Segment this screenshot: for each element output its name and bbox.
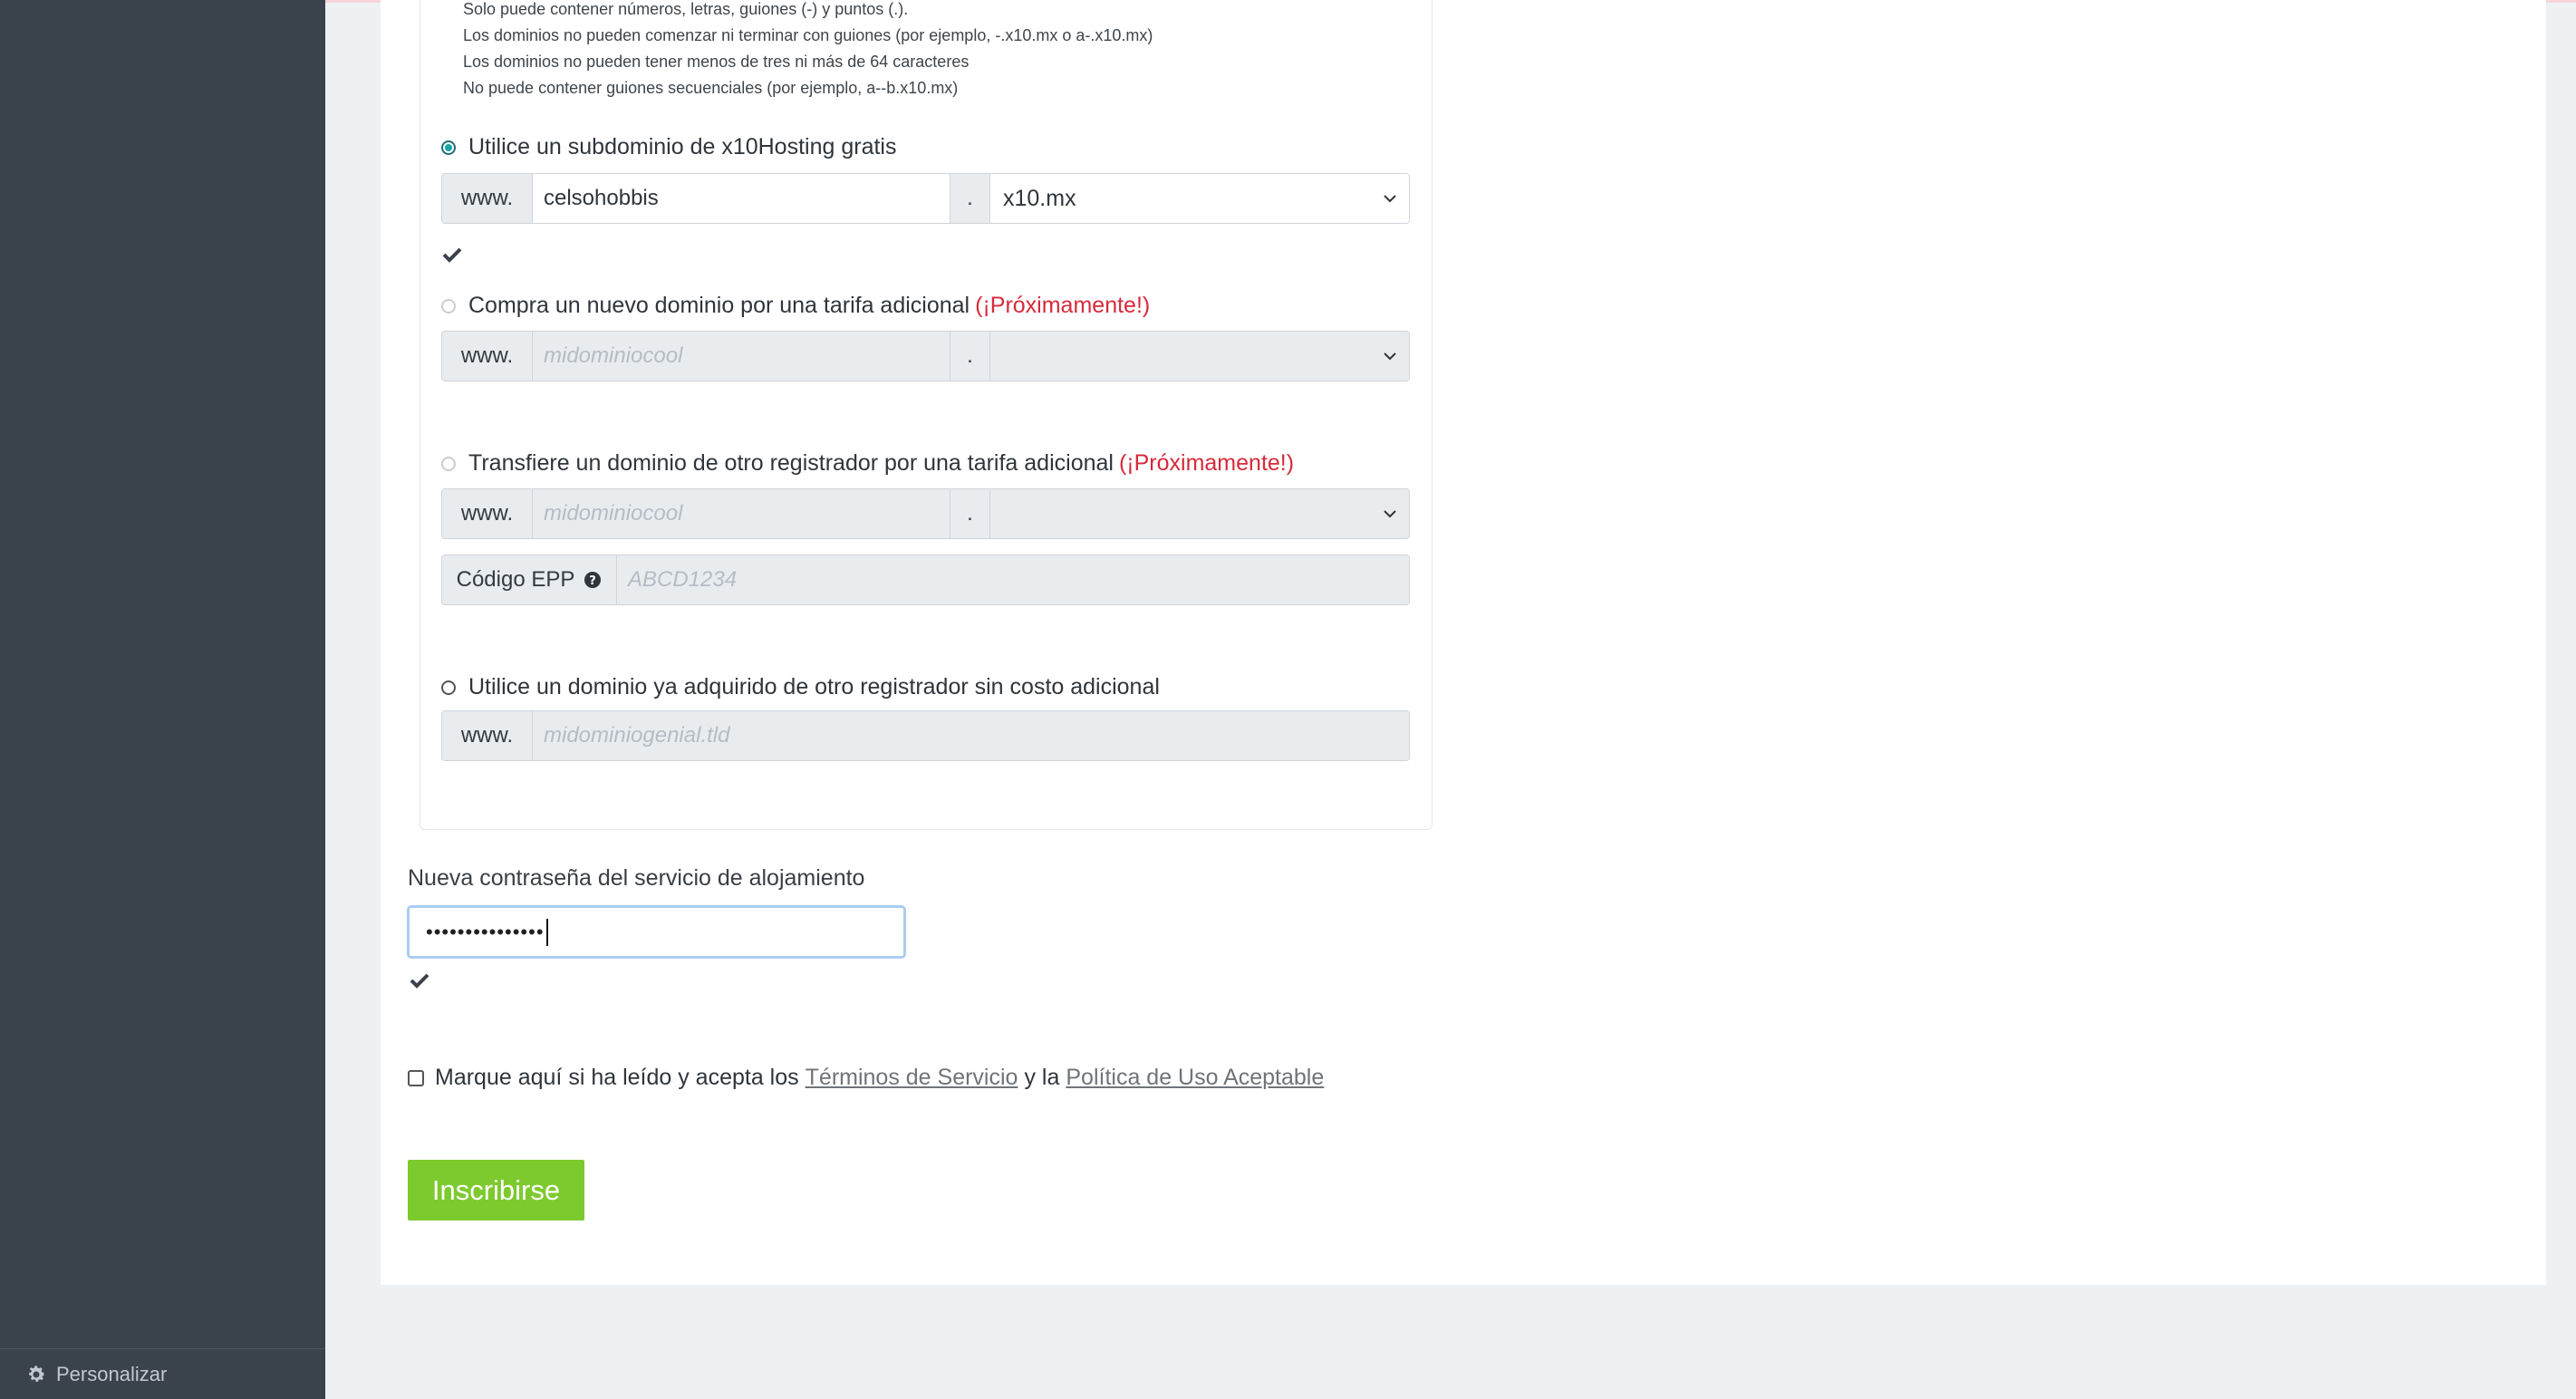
- checkmark-icon: [442, 247, 462, 263]
- terms-agreement: Marque aquí si ha leído y acepta los Tér…: [408, 1065, 1330, 1091]
- password-value: •••••••••••••••: [426, 920, 545, 943]
- tld-select[interactable]: x10.mx: [990, 174, 1409, 223]
- gear-icon: [29, 1365, 45, 1382]
- www-prefix: www.: [442, 174, 533, 223]
- transfer-tld-select[interactable]: [990, 489, 1409, 538]
- customize-link[interactable]: Personalizar: [0, 1348, 325, 1399]
- subdomain-option-label: Utilice un subdominio de x10Hosting grat…: [468, 134, 897, 159]
- new-domain-tld-select[interactable]: [990, 332, 1409, 381]
- new-domain-radio[interactable]: [441, 298, 456, 314]
- transfer-domain-input[interactable]: midominiocool: [533, 489, 950, 538]
- option-subdomain[interactable]: Utilice un subdominio de x10Hosting grat…: [441, 134, 896, 160]
- dot-separator: .: [950, 489, 990, 538]
- rule-item: Solo puede contener números, letras, gui…: [463, 0, 909, 18]
- terms-of-service-link[interactable]: Términos de Servicio: [806, 1065, 1018, 1091]
- existing-domain-input-group: www. midominiogenial.tld: [441, 710, 1410, 761]
- signup-button[interactable]: Inscribirse: [408, 1160, 584, 1221]
- option-existing-domain[interactable]: Utilice un dominio ya adquirido de otro …: [441, 674, 1160, 700]
- domain-options-panel: [420, 0, 1433, 830]
- acceptable-use-policy-link[interactable]: Política de Uso Aceptable: [1066, 1065, 1324, 1091]
- rule-item: Los dominios no pueden tener menos de tr…: [463, 53, 970, 71]
- dot-separator: .: [950, 174, 990, 223]
- epp-input-group: Código EPP ? ABCD1234: [441, 555, 1410, 605]
- customize-label: Personalizar: [56, 1362, 168, 1385]
- www-prefix: www.: [442, 489, 533, 538]
- chevron-down-icon: [1384, 510, 1396, 518]
- new-domain-option-label: Compra un nuevo dominio por una tarifa a…: [468, 293, 970, 318]
- terms-text: Marque aquí si ha leído y acepta los: [435, 1065, 799, 1090]
- coming-soon-label: (¡Próximamente!): [975, 293, 1151, 318]
- transfer-input-group: www. midominiocool .: [441, 488, 1410, 539]
- subdomain-radio[interactable]: [441, 140, 456, 155]
- terms-text-middle: y la: [1024, 1065, 1060, 1090]
- question-circle-icon[interactable]: ?: [584, 571, 602, 589]
- text-caret: [545, 918, 548, 946]
- transfer-option-label: Transfiere un dominio de otro registrado…: [468, 450, 1114, 476]
- terms-checkbox[interactable]: [408, 1069, 424, 1086]
- tld-selected-value: x10.mx: [1003, 185, 1076, 211]
- option-new-domain[interactable]: Compra un nuevo dominio por una tarifa a…: [441, 293, 1150, 319]
- www-prefix: www.: [442, 711, 533, 760]
- epp-label: Código EPP ?: [442, 555, 617, 604]
- existing-domain-option-label: Utilice un dominio ya adquirido de otro …: [468, 674, 1160, 700]
- sidebar: Personalizar: [0, 0, 325, 1399]
- existing-domain-radio[interactable]: [441, 680, 456, 695]
- new-domain-input-group: www. midominiocool .: [441, 331, 1410, 381]
- www-prefix: www.: [442, 332, 533, 381]
- transfer-radio[interactable]: [441, 456, 456, 471]
- existing-domain-input[interactable]: midominiogenial.tld: [533, 711, 1409, 760]
- password-label: Nueva contraseña del servicio de alojami…: [408, 865, 865, 891]
- new-domain-input[interactable]: midominiocool: [533, 332, 950, 381]
- option-transfer-domain[interactable]: Transfiere un dominio de otro registrado…: [441, 450, 1294, 477]
- epp-label-text: Código EPP: [456, 567, 575, 592]
- epp-code-input[interactable]: ABCD1234: [617, 555, 1409, 604]
- checkmark-icon: [410, 973, 429, 989]
- password-input[interactable]: •••••••••••••••: [407, 905, 906, 959]
- chevron-down-icon: [1384, 352, 1396, 361]
- coming-soon-label: (¡Próximamente!): [1118, 450, 1295, 476]
- chevron-down-icon: [1384, 195, 1396, 203]
- dot-separator: .: [950, 332, 990, 381]
- subdomain-input[interactable]: celsohobbis: [533, 174, 950, 223]
- rule-item: Los dominios no pueden comenzar ni termi…: [463, 26, 1153, 44]
- domain-rules: Solo puede contener números, letras, gui…: [463, 0, 1153, 101]
- svg-text:?: ?: [590, 574, 597, 588]
- subdomain-input-group: www. celsohobbis . x10.mx: [441, 173, 1410, 224]
- rule-item: No puede contener guiones secuenciales (…: [463, 79, 959, 97]
